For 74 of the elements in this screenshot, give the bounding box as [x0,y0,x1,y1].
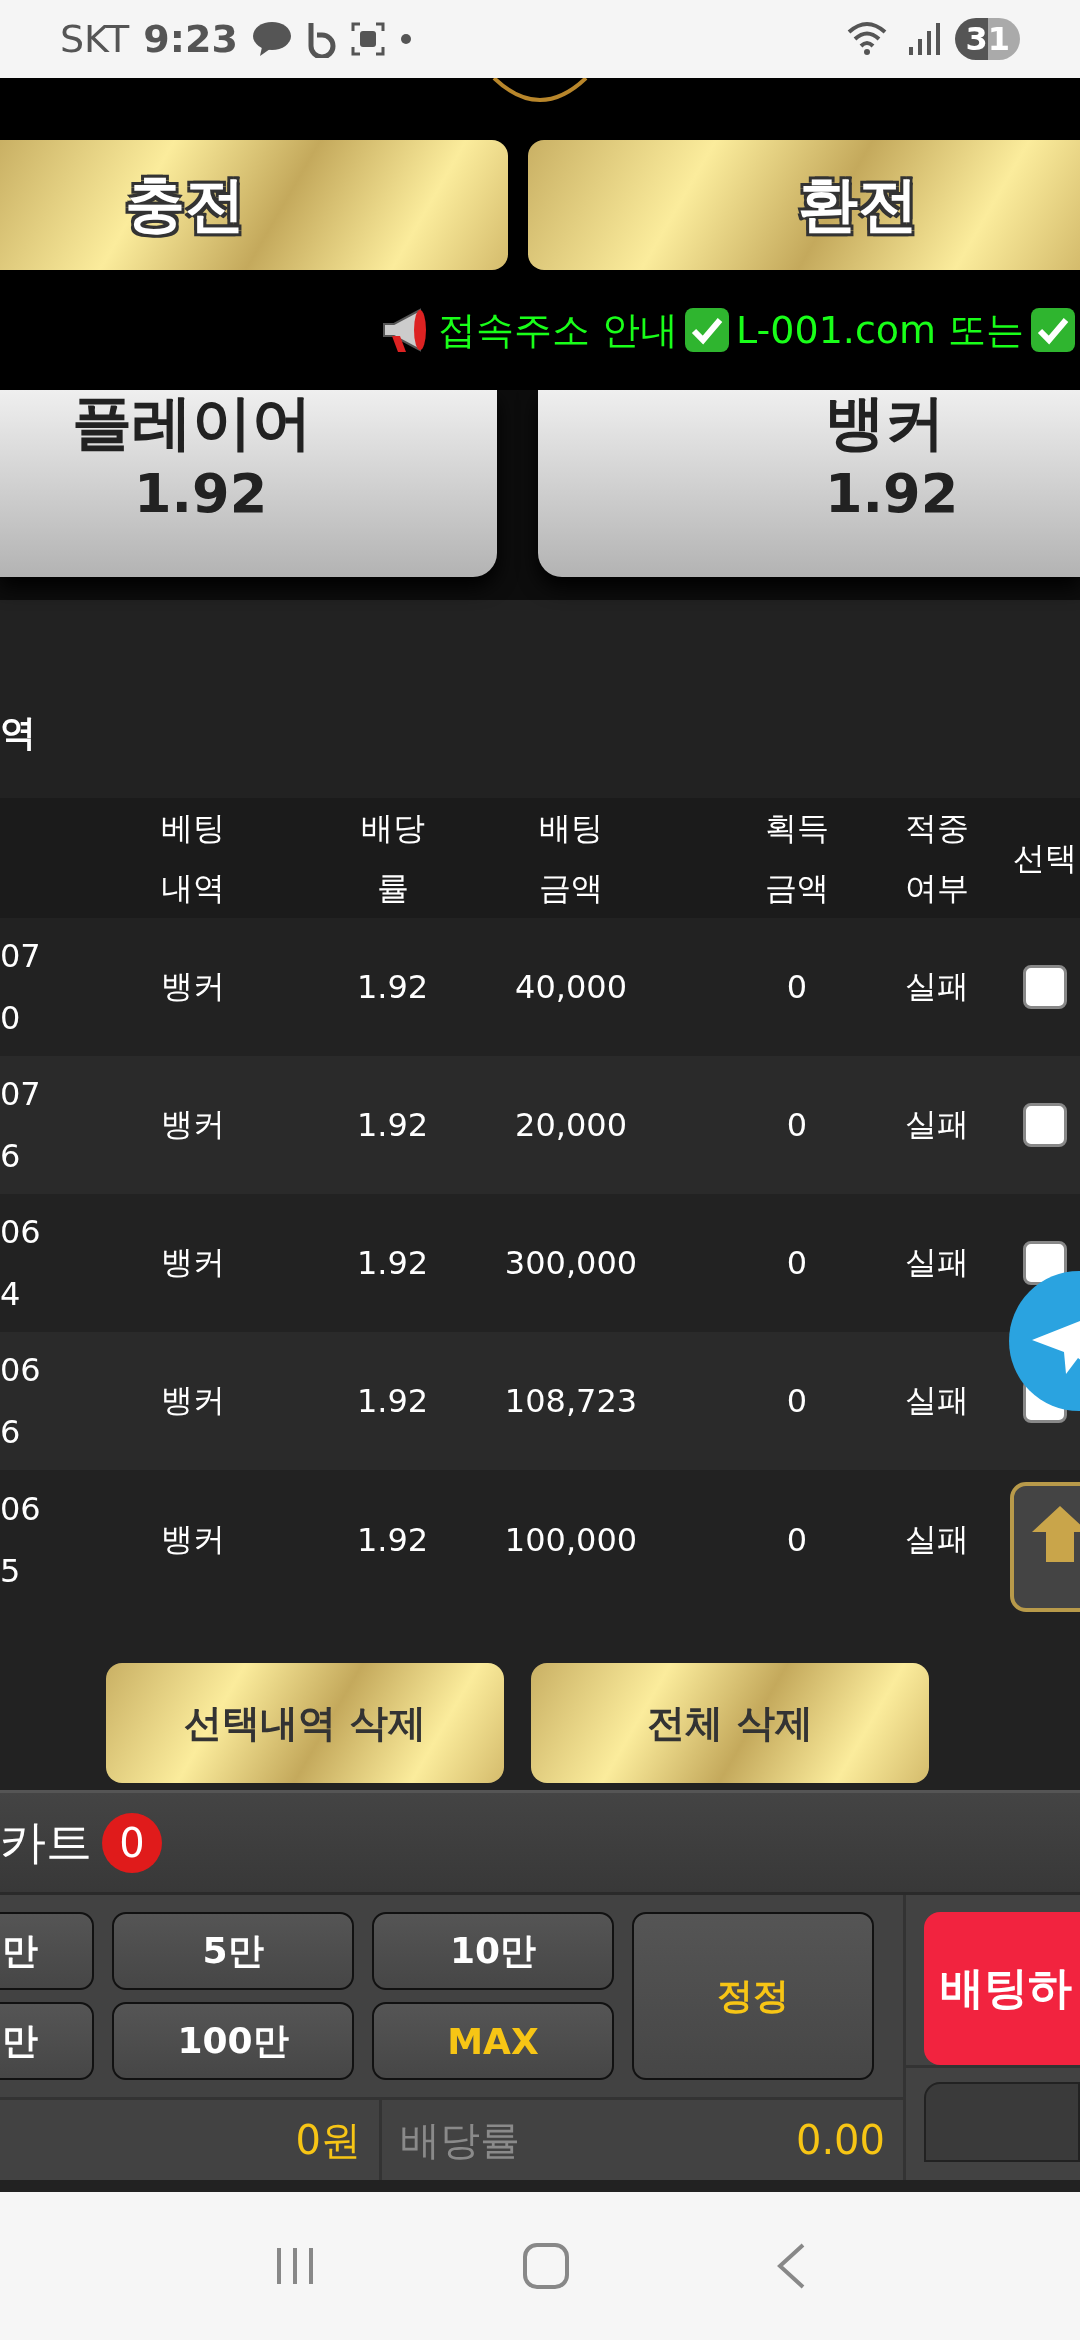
bet-option-odds: 1.92 [824,461,959,527]
column-header: 배팅 금액 [538,808,604,909]
amount-chip-button[interactable]: 만 [0,2002,94,2080]
column-header: 획득 금액 [764,808,830,909]
column-header: 베팅 내역 [159,808,226,909]
delete-selected-button[interactable]: 선택내역 삭제 [106,1663,504,1783]
max-button[interactable]: MAX [372,2002,614,2080]
table-cell-text: 0 [785,1521,809,1559]
cart-title: 카트 [0,1813,92,1871]
battery-level: 31 [955,18,1020,60]
bet-option-odds: 1.92 [133,461,268,527]
table-cell-text: 뱅커 [159,1104,226,1145]
table-cell-text: 300,000 [503,1244,639,1282]
row-checkbox[interactable] [1023,1103,1067,1147]
dot-icon [399,33,412,45]
amount-chip-button[interactable]: 만 [0,1912,94,1990]
clock: 9:23 [143,17,238,61]
row-checkbox[interactable] [1023,965,1067,1009]
table-cell-text: 뱅커 [159,966,226,1007]
table-cell-text: 실패 [904,1519,970,1560]
table-cell-text: 뱅커 [159,1380,226,1421]
odds-label: 배당률 [400,2115,520,2165]
table-cell-text: 1.92 [355,968,430,1006]
carrier-name: SKT [60,17,130,61]
total-amount: 0원 [295,2115,361,2165]
table-cell-text: 100,000 [503,1521,639,1559]
table-cell-text: 0 [785,1382,809,1420]
signal-icon [907,21,942,57]
table-cell-text: 20,000 [514,1106,628,1144]
table-cell-text: 1.92 [355,1106,430,1144]
table-cell-text: 06 5 [0,1489,42,1592]
table-cell-text: 실패 [904,1242,970,1283]
check-mark-icon [1030,307,1077,353]
table-cell-text: 0 [785,1106,809,1144]
amount-chip-button[interactable]: 5만 [112,1912,354,1990]
logo-arc-icon [490,78,590,104]
table-cell-text: 07 6 [0,1074,42,1177]
delete-all-button[interactable]: 전체 삭제 [531,1663,929,1783]
column-header: 선택 [1012,838,1078,879]
table-cell-text: 실패 [904,1380,970,1421]
table-cell-text: 06 6 [0,1350,42,1453]
scroll-top-button[interactable] [1010,1482,1080,1612]
bet-option-card[interactable]: 뱅커 1.92 [538,390,1080,577]
bet-option-card[interactable]: 플레이어 1.92 [0,390,497,577]
table-cell-text: 0 [785,1244,809,1282]
section-title: 역 [0,711,36,755]
chat-bubble-icon [251,21,292,57]
table-cell-text: 40,000 [514,968,628,1006]
amount-chip-button[interactable]: 100만 [112,2002,354,2080]
table-cell-text: 1.92 [355,1521,430,1559]
table-cell-text: 108,723 [503,1382,639,1420]
column-header: 적중 여부 [904,808,970,909]
table-cell-text: 실패 [904,1104,970,1145]
amount-chip-button[interactable]: 10만 [372,1912,614,1990]
notice-text: 접속주소 안내 [438,306,679,354]
check-mark-icon [684,307,731,353]
place-bet-button[interactable]: 배팅하 [924,1912,1080,2065]
column-header: 배당 률 [359,808,426,909]
total-odds: 0.00 [795,2117,885,2163]
table-cell-text: 1.92 [355,1244,430,1282]
table-cell-text: 0 [785,968,809,1006]
cart-count-badge: 0 [102,1812,162,1873]
bet-option-name: 뱅커 [824,390,945,454]
home-icon[interactable] [522,2242,570,2290]
screenshot-icon [349,21,386,57]
table-cell-text: 뱅커 [159,1242,226,1283]
notice-text: L-001.com 또는 [736,306,1025,354]
bet-option-name: 플레이어 [72,390,312,454]
table-cell-text: 1.92 [355,1382,430,1420]
table-cell-text: 실패 [904,966,970,1007]
table-cell-text: 뱅커 [159,1519,226,1560]
table-cell-text: 06 4 [0,1212,42,1315]
table-cell-text: 07 0 [0,936,42,1039]
reset-button[interactable]: 정정 [632,1912,874,2080]
